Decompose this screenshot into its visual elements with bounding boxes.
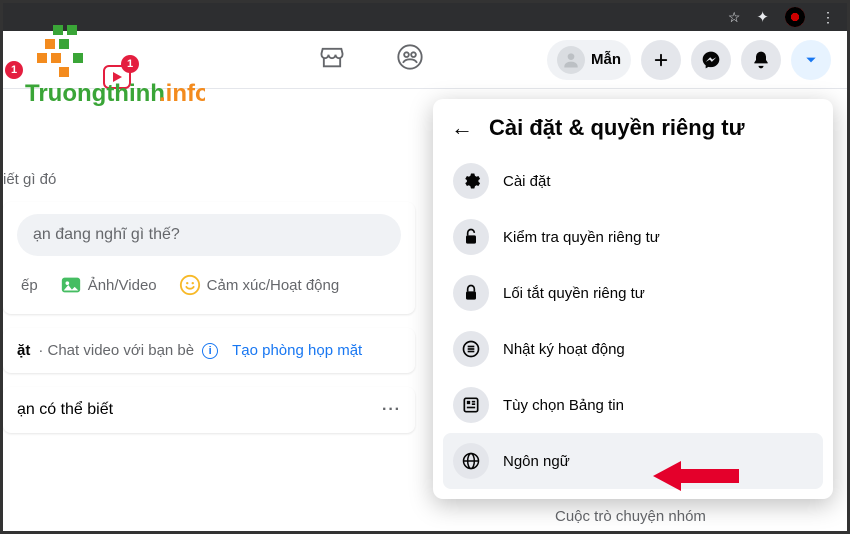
menu-item-privacy-shortcuts[interactable]: Lối tắt quyền riêng tư [443, 265, 823, 321]
group-chat-label: Cuộc trò chuyện nhóm [555, 508, 706, 525]
info-icon[interactable]: i [202, 343, 218, 359]
back-icon[interactable]: ← [451, 115, 473, 141]
account-menu-button[interactable] [791, 40, 831, 80]
marketplace-icon[interactable] [318, 43, 346, 76]
composer-live[interactable]: ếp [17, 268, 42, 302]
notification-badge: 1 [5, 61, 23, 79]
menu-label: Ngôn ngữ [503, 453, 570, 470]
gear-icon [453, 163, 489, 199]
composer-feeling[interactable]: Cảm xúc/Hoạt động [175, 268, 344, 302]
avatar-icon [557, 46, 585, 74]
browser-bar: ☆ ✦ ⋮ [3, 3, 847, 31]
menu-label: Tùy chọn Bảng tin [503, 397, 624, 414]
composer-photo-label: Ảnh/Video [88, 277, 157, 294]
annotation-arrow-icon [653, 457, 743, 495]
menu-label: Lối tắt quyền riêng tư [503, 285, 645, 302]
menu-item-settings[interactable]: Cài đặt [443, 153, 823, 209]
extensions-icon[interactable]: ✦ [756, 8, 769, 26]
feed-column: iết gì đó ạn đang nghĩ gì thế? ếp Ảnh/Vi… [3, 89, 433, 433]
pymk-title: ạn có thể biết [17, 401, 113, 419]
menu-label: Cài đặt [503, 173, 551, 190]
browser-menu-icon[interactable]: ⋮ [821, 9, 835, 26]
rooms-card: ặt · Chat video với bạn bè i Tạo phòng h… [3, 328, 415, 373]
bookmark-star-icon[interactable]: ☆ [728, 9, 741, 26]
profile-name: Mẫn [591, 51, 621, 68]
profile-chip[interactable]: Mẫn [547, 40, 631, 80]
composer-input[interactable]: ạn đang nghĩ gì thế? [17, 214, 401, 256]
notifications-button[interactable] [741, 40, 781, 80]
pymk-more-icon[interactable]: ··· [382, 401, 401, 419]
menu-label: Nhật ký hoạt động [503, 341, 625, 358]
dropdown-title: Cài đặt & quyền riêng tư [489, 115, 745, 141]
menu-item-newsfeed-prefs[interactable]: Tùy chọn Bảng tin [443, 377, 823, 433]
feed-icon [453, 387, 489, 423]
menu-item-privacy-checkup[interactable]: Kiểm tra quyền riêng tư [443, 209, 823, 265]
composer-photo[interactable]: Ảnh/Video [56, 268, 161, 302]
photo-icon [60, 274, 82, 296]
create-room-link[interactable]: Tạo phòng họp mặt [232, 342, 362, 359]
create-button[interactable] [641, 40, 681, 80]
groups-icon[interactable] [396, 43, 424, 76]
lock-icon [453, 275, 489, 311]
rooms-title: ặt [17, 342, 30, 359]
pymk-card: ạn có thể biết ··· [3, 387, 415, 433]
watch-icon-wrap[interactable]: 1 [103, 65, 131, 94]
rooms-sub: · Chat video với bạn bè [38, 342, 194, 359]
settings-dropdown: ← Cài đặt & quyền riêng tư Cài đặt Kiểm … [433, 99, 833, 499]
menu-item-activity-log[interactable]: Nhật ký hoạt động [443, 321, 823, 377]
watch-badge: 1 [121, 55, 139, 73]
composer-live-label: ếp [21, 277, 38, 294]
smile-icon [179, 274, 201, 296]
globe-icon [453, 443, 489, 479]
composer-card: ạn đang nghĩ gì thế? ếp Ảnh/Video Cảm xú… [3, 202, 415, 314]
lock-open-icon [453, 219, 489, 255]
composer-feeling-label: Cảm xúc/Hoạt động [207, 277, 340, 294]
story-sub: iết gì đó [3, 161, 415, 202]
messenger-button[interactable] [691, 40, 731, 80]
list-icon [453, 331, 489, 367]
browser-profile-avatar[interactable] [785, 7, 805, 27]
menu-item-language[interactable]: Ngôn ngữ [443, 433, 823, 489]
menu-label: Kiểm tra quyền riêng tư [503, 229, 660, 246]
